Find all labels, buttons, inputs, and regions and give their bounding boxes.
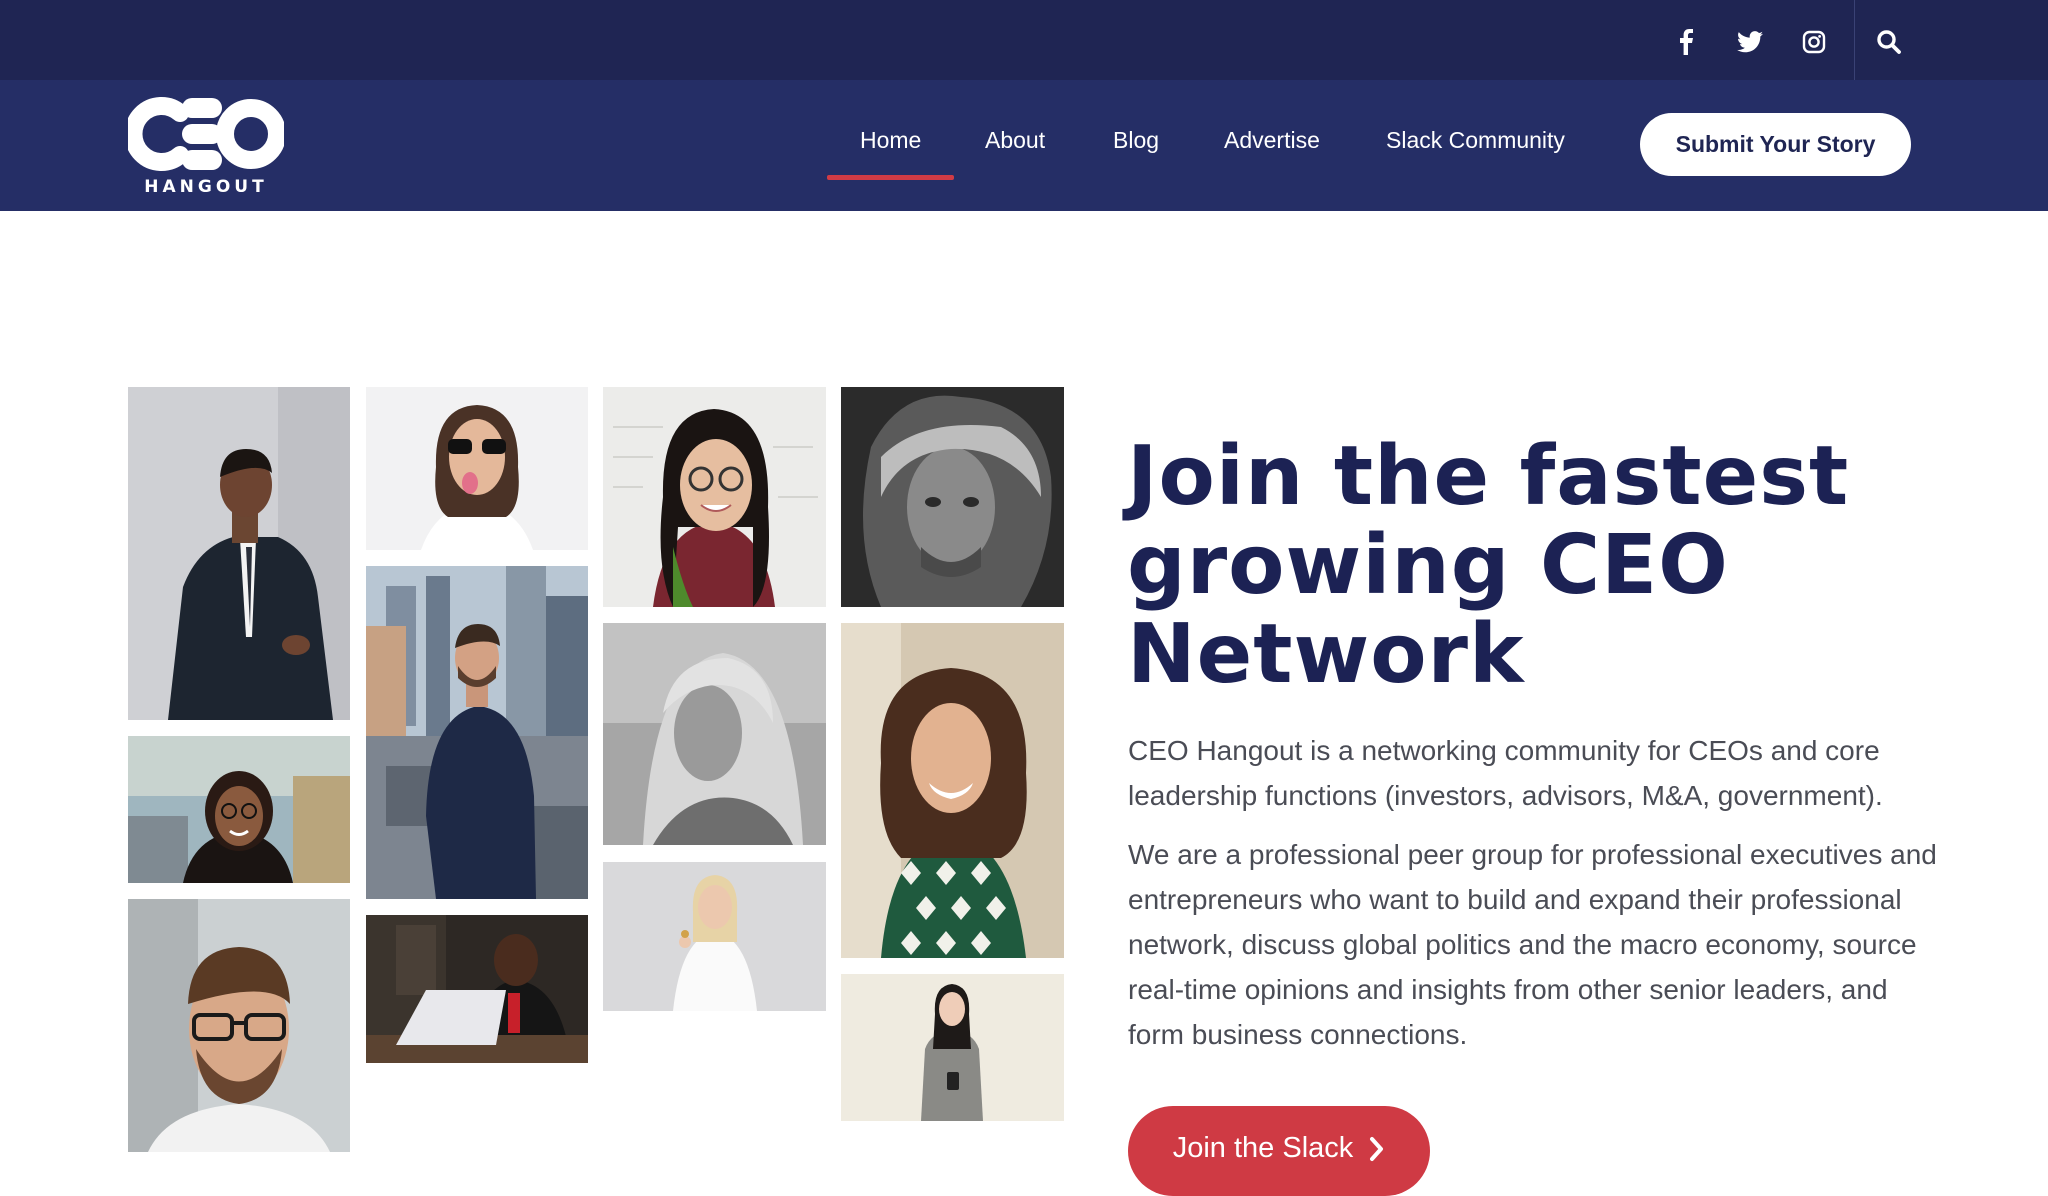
twitter-icon[interactable] [1730,22,1770,62]
photo-woman-phone [841,974,1064,1121]
photo-woman-blonde-bw [603,623,826,845]
photo-businessman-suit [128,387,350,720]
submit-story-button[interactable]: Submit Your Story [1640,113,1911,176]
chevron-right-icon [1369,1136,1385,1170]
active-nav-indicator [827,175,954,180]
logo-subtitle: HANGOUT [144,177,268,197]
search-icon[interactable] [1869,22,1909,62]
join-slack-button[interactable]: Join the Slack [1128,1106,1430,1196]
site-logo[interactable]: HANGOUT [124,95,286,197]
hero-heading: Join the fastest growing CEO Network [1127,429,1850,702]
facebook-icon[interactable] [1666,22,1706,62]
topbar-divider [1854,0,1855,80]
photo-man-glasses-beard [128,899,350,1152]
photo-man-laptop [366,915,588,1063]
photo-man-sunglasses-tongue [366,387,588,550]
nav-blog[interactable]: Blog [1113,124,1159,156]
photo-man-long-hair-bw [841,387,1064,607]
photo-woman-glasses-street [128,736,350,883]
hero-intro-paragraph: CEO Hangout is a networking community fo… [1128,735,1883,811]
join-slack-label: Join the Slack [1172,1132,1354,1164]
nav-slack-community[interactable]: Slack Community [1386,124,1565,156]
instagram-icon[interactable] [1794,22,1834,62]
hero-description-paragraph: We are a professional peer group for pro… [1128,839,1937,1050]
photo-woman-curly-hair [841,623,1064,958]
nav-advertise[interactable]: Advertise [1224,124,1320,156]
photo-man-navy-suit-city [366,566,588,899]
photo-woman-white-shirt [603,862,826,1011]
logo-mark [124,97,286,171]
nav-about[interactable]: About [985,124,1045,156]
nav-home[interactable]: Home [860,124,921,156]
top-utility-bar [0,0,2048,80]
photo-woman-glasses-smile [603,387,826,607]
